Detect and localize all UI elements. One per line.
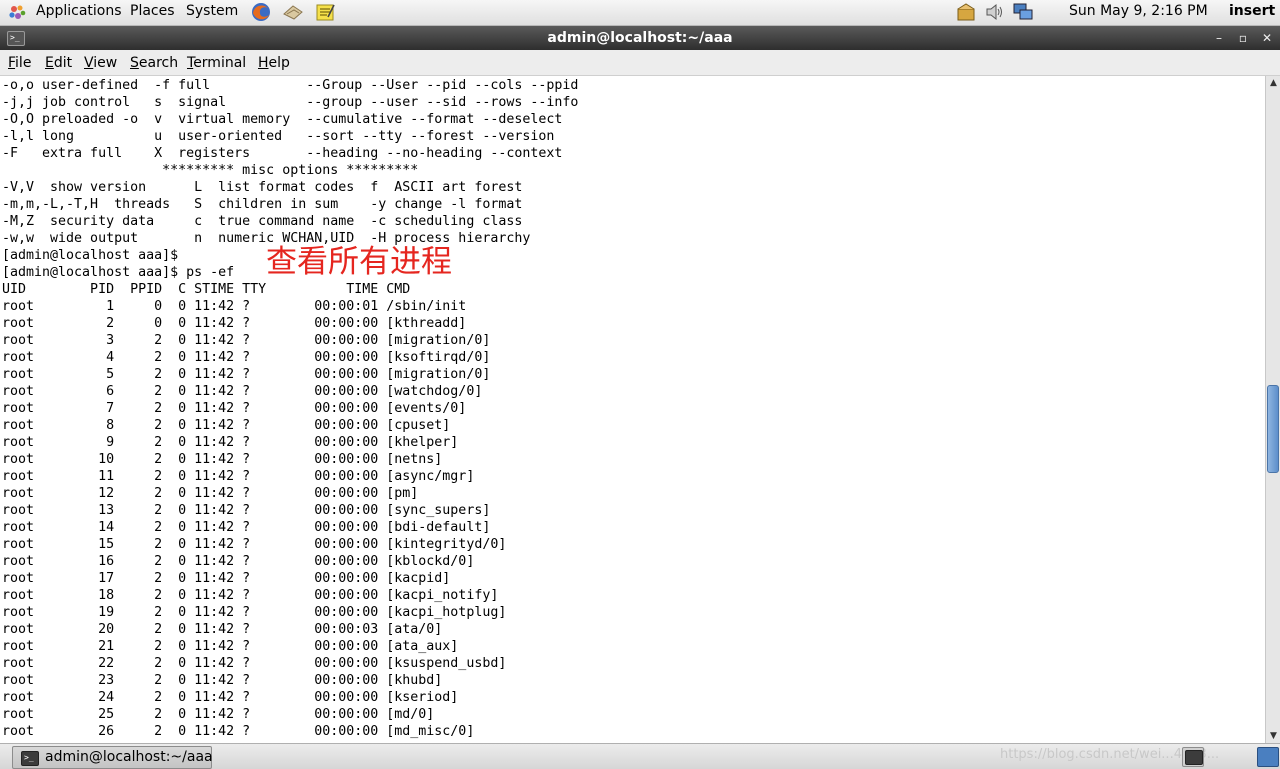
menu-help[interactable]: Help xyxy=(258,55,290,71)
terminal-line: root 15 2 0 11:42 ? 00:00:00 [kintegrity… xyxy=(2,537,507,552)
menu-edit-accel: E xyxy=(45,55,54,71)
bottom-panel: >_ admin@localhost:~/aaa https://blog.cs… xyxy=(0,743,1280,769)
terminal-line: -V,V show version L list format codes f … xyxy=(2,180,523,195)
terminal-line: root 22 2 0 11:42 ? 00:00:00 [ksuspend_u… xyxy=(2,656,507,671)
menu-search[interactable]: Search xyxy=(130,55,178,71)
menu-help-label: elp xyxy=(268,55,290,71)
menu-edit[interactable]: Edit xyxy=(45,55,72,71)
terminal-line: root 1 0 0 11:42 ? 00:00:01 /sbin/init xyxy=(2,299,467,314)
menu-help-accel: H xyxy=(258,55,269,71)
terminal-line: -j,j job control s signal --group --user… xyxy=(2,95,579,110)
terminal-scrollbar[interactable]: ▲ ▼ xyxy=(1265,76,1280,743)
menu-edit-label: dit xyxy=(53,55,73,71)
terminal-line: root 26 2 0 11:42 ? 00:00:00 [md_misc/0] xyxy=(2,724,475,739)
menu-terminal-label: erminal xyxy=(193,55,247,71)
places-menu[interactable]: Places xyxy=(130,3,175,19)
scroll-down-icon[interactable]: ▼ xyxy=(1266,729,1280,743)
terminal-line: UID PID PPID C STIME TTY TIME CMD xyxy=(2,282,411,297)
menu-view-accel: V xyxy=(84,55,94,71)
terminal-line: root 5 2 0 11:42 ? 00:00:00 [migration/0… xyxy=(2,367,491,382)
terminal-line: root 19 2 0 11:42 ? 00:00:00 [kacpi_hotp… xyxy=(2,605,507,620)
terminal-line: -M,Z security data c true command name -… xyxy=(2,214,523,229)
terminal-line: root 12 2 0 11:42 ? 00:00:00 [pm] xyxy=(2,486,419,501)
terminal-line: ********* misc options ********* xyxy=(2,163,419,178)
terminal-line: root 25 2 0 11:42 ? 00:00:00 [md/0] xyxy=(2,707,435,722)
taskbar-window-label: admin@localhost:~/aaa xyxy=(45,749,213,765)
red-annotation: 查看所有进程 xyxy=(266,244,452,280)
terminal-line: -m,m,-L,-T,H threads S children in sum -… xyxy=(2,197,523,212)
terminal-line: root 13 2 0 11:42 ? 00:00:00 [sync_super… xyxy=(2,503,491,518)
terminal-line: root 3 2 0 11:42 ? 00:00:00 [migration/0… xyxy=(2,333,491,348)
menu-view-label: iew xyxy=(93,55,118,71)
terminal-line: root 20 2 0 11:42 ? 00:00:03 [ata/0] xyxy=(2,622,443,637)
terminal-line: -l,l long u user-oriented --sort --tty -… xyxy=(2,129,555,144)
window-titlebar[interactable]: >_ admin@localhost:~/aaa – ▫ ✕ xyxy=(0,26,1280,50)
terminal-line: -o,o user-defined -f full --Group --User… xyxy=(2,78,579,93)
window-title: admin@localhost:~/aaa xyxy=(547,30,733,46)
terminal-icon: >_ xyxy=(21,751,39,766)
keyboard-mode-indicator: insert xyxy=(1229,3,1276,19)
terminal-line: root 16 2 0 11:42 ? 00:00:00 [kblockd/0] xyxy=(2,554,475,569)
network-icon[interactable] xyxy=(1012,2,1034,22)
clock[interactable]: Sun May 9, 2:16 PM xyxy=(1069,3,1208,19)
terminal-line: root 10 2 0 11:42 ? 00:00:00 [netns] xyxy=(2,452,443,467)
terminal-icon xyxy=(1185,750,1203,765)
scroll-up-icon[interactable]: ▲ xyxy=(1266,76,1280,90)
top-panel: Applications Places System Sun May 9, 2:… xyxy=(0,0,1280,26)
menu-file-label: ile xyxy=(15,55,32,71)
menubar: File Edit View Search Terminal Help xyxy=(0,50,1280,76)
terminal-line: root 24 2 0 11:42 ? 00:00:00 [kseriod] xyxy=(2,690,459,705)
terminal-output-area[interactable]: -o,o user-defined -f full --Group --User… xyxy=(0,76,1265,741)
firefox-icon[interactable] xyxy=(250,2,272,22)
terminal-line: root 11 2 0 11:42 ? 00:00:00 [async/mgr] xyxy=(2,469,475,484)
terminal-line: root 23 2 0 11:42 ? 00:00:00 [khubd] xyxy=(2,673,443,688)
terminal-line: root 2 0 0 11:42 ? 00:00:00 [kthreadd] xyxy=(2,316,467,331)
close-icon[interactable]: ✕ xyxy=(1258,29,1276,47)
mail-client-icon[interactable] xyxy=(282,2,304,22)
applications-menu[interactable]: Applications xyxy=(36,3,122,19)
terminal-line: root 17 2 0 11:42 ? 00:00:00 [kacpid] xyxy=(2,571,451,586)
gnome-foot-icon[interactable] xyxy=(6,2,28,22)
menu-search-label: earch xyxy=(138,55,179,71)
terminal-line: root 14 2 0 11:42 ? 00:00:00 [bdi-defaul… xyxy=(2,520,491,535)
system-menu[interactable]: System xyxy=(186,3,238,19)
menu-terminal[interactable]: Terminal xyxy=(187,55,246,71)
volume-icon[interactable] xyxy=(984,2,1006,22)
menu-file-accel: F xyxy=(8,55,16,71)
taskbar-window-button[interactable]: >_ admin@localhost:~/aaa xyxy=(12,746,213,769)
software-update-icon[interactable] xyxy=(955,2,977,22)
menu-file[interactable]: File xyxy=(8,55,31,71)
menu-search-accel: S xyxy=(130,55,139,71)
text-editor-icon[interactable] xyxy=(314,2,336,22)
terminal-line: root 9 2 0 11:42 ? 00:00:00 [khelper] xyxy=(2,435,459,450)
menu-view[interactable]: View xyxy=(84,55,117,71)
terminal-line: root 6 2 0 11:42 ? 00:00:00 [watchdog/0] xyxy=(2,384,483,399)
workspace-switcher[interactable] xyxy=(1257,747,1279,767)
maximize-icon[interactable]: ▫ xyxy=(1234,29,1252,47)
terminal-line: -O,O preloaded -o v virtual memory --cum… xyxy=(2,112,563,127)
terminal-line: root 21 2 0 11:42 ? 00:00:00 [ata_aux] xyxy=(2,639,459,654)
minimize-icon[interactable]: – xyxy=(1210,29,1228,47)
terminal-line: root 18 2 0 11:42 ? 00:00:00 [kacpi_noti… xyxy=(2,588,499,603)
terminal-line: -F extra full X registers --heading --no… xyxy=(2,146,563,161)
terminal-text: -o,o user-defined -f full --Group --User… xyxy=(2,77,578,740)
terminal-line: root 8 2 0 11:42 ? 00:00:00 [cpuset] xyxy=(2,418,451,433)
terminal-line: root 7 2 0 11:42 ? 00:00:00 [events/0] xyxy=(2,401,467,416)
scrollbar-thumb[interactable] xyxy=(1267,385,1279,473)
terminal-line: root 4 2 0 11:42 ? 00:00:00 [ksoftirqd/0… xyxy=(2,350,491,365)
show-desktop-icon[interactable] xyxy=(1182,747,1204,767)
